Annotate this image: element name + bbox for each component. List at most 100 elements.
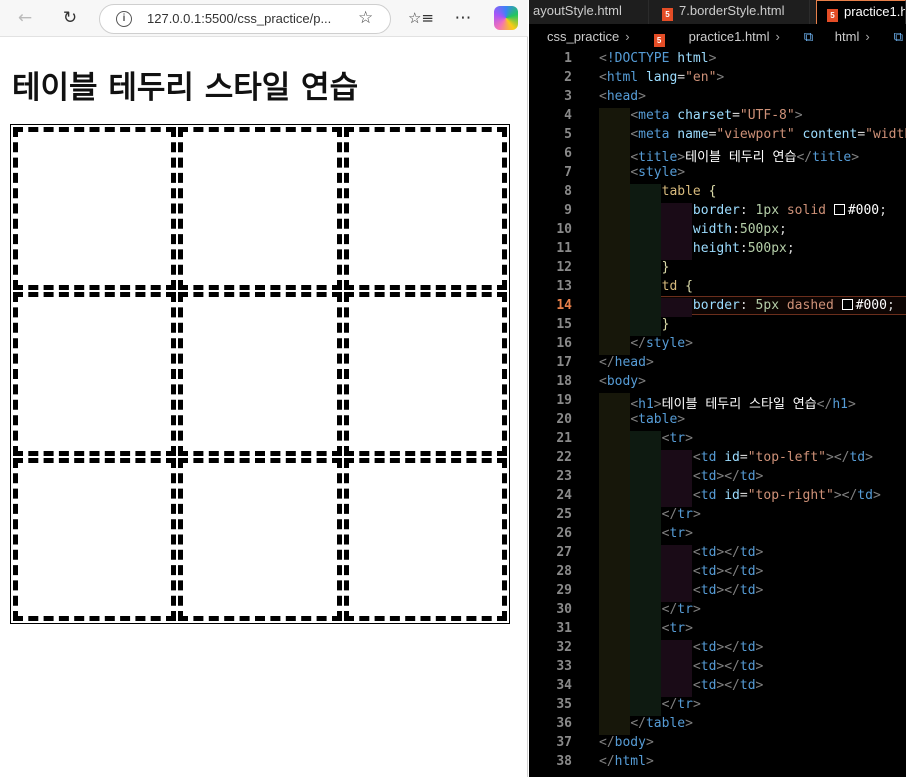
code-line[interactable]: <table> <box>599 412 685 427</box>
favorites-list-icon[interactable]: ☆≡ <box>407 5 435 31</box>
code-line[interactable]: <!DOCTYPE html> <box>599 51 716 66</box>
tab-borderstyle[interactable]: 5 7.borderStyle.html <box>650 0 810 24</box>
chevron-right-icon: › <box>775 29 780 44</box>
tab-label: practice1.h <box>844 4 906 19</box>
address-bar[interactable]: i 127.0.0.1:5500/css_practice/p... ☆ <box>99 4 391 34</box>
line-number: 33 <box>556 659 572 674</box>
back-arrow-icon[interactable]: ← <box>11 5 39 31</box>
code-line[interactable]: <td id="top-right"></td> <box>599 488 881 503</box>
code-line[interactable]: <td></td> <box>599 659 763 674</box>
code-line[interactable]: <td></td> <box>599 583 763 598</box>
line-number: 21 <box>556 431 572 446</box>
tab-layoutstyle[interactable]: ayoutStyle.html <box>529 0 649 24</box>
code-line[interactable]: </table> <box>599 716 693 731</box>
line-number: 35 <box>556 697 572 712</box>
refresh-icon[interactable]: ↻ <box>56 5 84 31</box>
code-line[interactable]: <tr> <box>599 526 693 541</box>
code-line[interactable]: <style> <box>599 165 685 180</box>
table-row <box>13 127 507 291</box>
code-line[interactable]: <td></td> <box>599 640 763 655</box>
code-line[interactable]: <td></td> <box>599 469 763 484</box>
favorite-star-icon[interactable]: ☆ <box>358 8 373 28</box>
code-line[interactable]: <head> <box>599 89 646 104</box>
line-number: 32 <box>556 640 572 655</box>
code-line[interactable]: table { <box>599 184 717 199</box>
table-cell <box>13 457 177 621</box>
html5-icon: 5 <box>827 9 838 22</box>
code-line[interactable]: </tr> <box>599 507 701 522</box>
code-line[interactable]: height:500px; <box>599 241 795 256</box>
code-line[interactable]: <td id="top-left"></td> <box>599 450 873 465</box>
chevron-right-icon: › <box>625 29 630 44</box>
table-cell <box>343 292 507 456</box>
table-row <box>13 292 507 456</box>
element-icon: ⧉ <box>803 29 814 44</box>
line-number: 17 <box>556 355 572 370</box>
code-line[interactable]: <td></td> <box>599 678 763 693</box>
line-number: 30 <box>556 602 572 617</box>
line-number: 5 <box>564 127 572 142</box>
demo-table <box>10 124 510 624</box>
breadcrumb-head[interactable]: ⧉ head <box>876 29 906 45</box>
chevron-right-icon: › <box>865 29 870 44</box>
line-number: 9 <box>564 203 572 218</box>
breadcrumb-file-label: practice1.html <box>688 29 770 44</box>
breadcrumb-folder[interactable]: css_practice <box>547 29 619 44</box>
breadcrumb-html[interactable]: ⧉ html <box>786 29 859 45</box>
line-number: 24 <box>556 488 572 503</box>
line-number: 29 <box>556 583 572 598</box>
line-number: 8 <box>564 184 572 199</box>
code-line[interactable]: </html> <box>599 754 654 769</box>
code-line[interactable]: td { <box>599 279 693 294</box>
page-heading: 테이블 테두리 스타일 연습 <box>12 70 359 106</box>
line-number: 10 <box>556 222 572 237</box>
line-number: 11 <box>556 241 572 256</box>
code-line[interactable]: <meta name="viewport" content="width <box>599 127 906 142</box>
code-line[interactable]: </style> <box>599 336 693 351</box>
line-number: 36 <box>556 716 572 731</box>
breadcrumb-file[interactable]: 5 practice1.html <box>636 29 770 47</box>
code-line[interactable]: </head> <box>599 355 654 370</box>
line-number: 20 <box>556 412 572 427</box>
code-line[interactable]: <td></td> <box>599 564 763 579</box>
code-line[interactable]: <h1>테이블 테두리 스타일 연습</h1> <box>599 393 856 412</box>
line-number: 31 <box>556 621 572 636</box>
line-number: 7 <box>564 165 572 180</box>
line-number: 26 <box>556 526 572 541</box>
code-line[interactable]: } <box>599 260 670 275</box>
table-cell-top-right <box>343 127 507 291</box>
element-icon: ⧉ <box>893 29 903 44</box>
line-number: 18 <box>556 374 572 389</box>
url-text: 127.0.0.1:5500/css_practice/p... <box>147 11 332 26</box>
line-number: 6 <box>564 146 572 161</box>
table-cell <box>178 292 342 456</box>
code-line[interactable]: <td></td> <box>599 545 763 560</box>
table-row <box>13 457 507 621</box>
table-cell <box>343 457 507 621</box>
line-number: 4 <box>564 108 572 123</box>
code-line[interactable]: border: 5px dashed #000; <box>599 298 895 313</box>
copilot-icon[interactable] <box>494 6 518 30</box>
code-line[interactable]: </tr> <box>599 697 701 712</box>
code-line[interactable]: <html lang="en"> <box>599 70 724 85</box>
more-menu-icon[interactable]: ⋯ <box>449 5 477 31</box>
code-line[interactable]: </body> <box>599 735 654 750</box>
code-line[interactable]: <tr> <box>599 621 693 636</box>
line-number: 1 <box>564 51 572 66</box>
tab-practice1[interactable]: 5 practice1.h <box>816 0 906 24</box>
code-line[interactable]: } <box>599 317 670 332</box>
code-line[interactable]: <meta charset="UTF-8"> <box>599 108 802 123</box>
code-line[interactable]: </tr> <box>599 602 701 617</box>
line-number: 22 <box>556 450 572 465</box>
breadcrumb: css_practice › 5 practice1.html › ⧉ html › ⧉ he… <box>529 29 906 49</box>
line-number: 34 <box>556 678 572 693</box>
code-line[interactable]: border: 1px solid #000; <box>599 203 887 218</box>
info-icon[interactable]: i <box>116 11 132 27</box>
code-line[interactable]: <tr> <box>599 431 693 446</box>
line-number: 23 <box>556 469 572 484</box>
code-line[interactable]: <body> <box>599 374 646 389</box>
code-line[interactable]: width:500px; <box>599 222 787 237</box>
code-line[interactable]: <title>테이블 테두리 연습</title> <box>599 146 859 165</box>
tab-label: 7.borderStyle.html <box>679 3 785 18</box>
browser-window: ← ↻ i 127.0.0.1:5500/css_practice/p... ☆… <box>0 0 528 777</box>
